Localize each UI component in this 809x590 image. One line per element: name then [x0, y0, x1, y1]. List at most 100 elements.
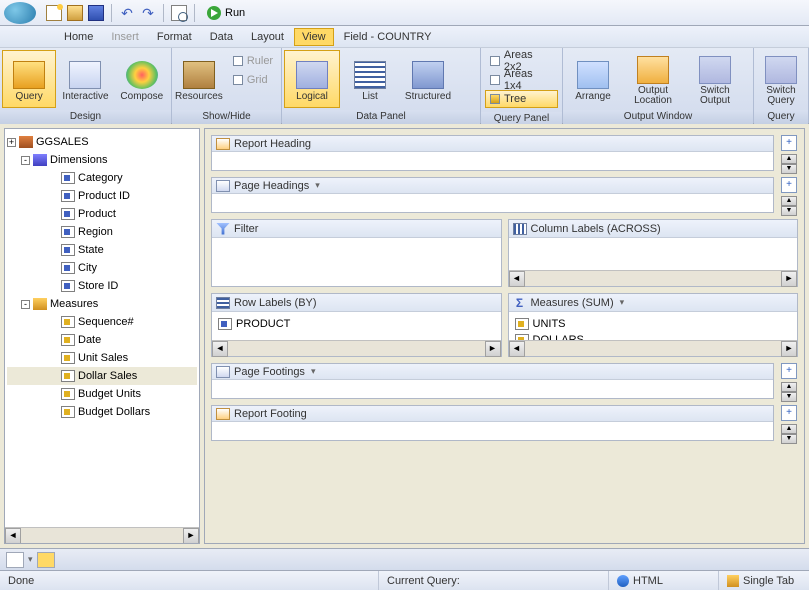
measure-field-icon — [61, 352, 75, 364]
page-headings-panel[interactable]: Page Headings▾ — [211, 177, 774, 213]
field-icon — [61, 208, 75, 220]
chevron-down-icon[interactable]: ▾ — [620, 297, 625, 308]
tree-dimension-item[interactable]: Product — [7, 205, 197, 223]
tree-dimension-item[interactable]: Product ID — [7, 187, 197, 205]
measure-field-icon — [515, 334, 529, 340]
html-icon — [617, 575, 629, 587]
grid-toggle[interactable]: Grid — [228, 71, 278, 89]
ribbon-label-outputwindow: Output Window — [563, 110, 753, 124]
column-labels-scrollbar[interactable]: ◄► — [509, 270, 798, 286]
menu-home[interactable]: Home — [56, 28, 101, 46]
add-report-heading[interactable]: + — [781, 135, 797, 151]
save-button[interactable] — [87, 4, 105, 22]
add-page-heading[interactable]: + — [781, 177, 797, 193]
logical-button[interactable]: Logical — [284, 50, 340, 108]
query-icon — [13, 61, 45, 89]
tree-measure-item[interactable]: Budget Units — [7, 385, 197, 403]
menu-data[interactable]: Data — [202, 28, 241, 46]
chevron-down-icon[interactable]: ▾ — [28, 554, 33, 565]
tree-dimension-item[interactable]: Store ID — [7, 277, 197, 295]
tree-measure-item[interactable]: Unit Sales — [7, 349, 197, 367]
ribbon-label-query: Query — [754, 110, 808, 124]
ribbon-group-showhide: Resources Ruler Grid Show/Hide — [172, 48, 282, 123]
preview-button[interactable] — [170, 4, 188, 22]
tab-design[interactable] — [6, 552, 24, 568]
switch-output-button[interactable]: Switch Output — [685, 50, 745, 108]
measures-panel[interactable]: ΣMeasures (SUM)▾ UNITS DOLLARS ◄► — [508, 293, 799, 357]
list-icon — [354, 61, 386, 89]
page-footings-panel[interactable]: Page Footings▾ — [211, 363, 774, 399]
redo-button[interactable]: ↷ — [139, 4, 157, 22]
measure-field-icon — [61, 316, 75, 328]
ribbon-group-outputwindow: Arrange Output Location Switch Output Ou… — [563, 48, 754, 123]
tree-measure-item[interactable]: Sequence# — [7, 313, 197, 331]
menu-view[interactable]: View — [294, 28, 334, 46]
tree-measures[interactable]: -Measures — [7, 295, 197, 313]
run-button[interactable]: Run — [201, 4, 251, 22]
status-done: Done — [0, 571, 379, 590]
measure-field-units[interactable]: UNITS — [515, 316, 792, 332]
dimensions-icon — [33, 154, 47, 166]
tree-measure-item[interactable]: Dollar Sales — [7, 367, 197, 385]
report-footing-panel[interactable]: Report Footing — [211, 405, 774, 441]
switch-query-button[interactable]: Switch Query — [756, 50, 806, 108]
output-location-button[interactable]: Output Location — [623, 50, 683, 108]
measure-field-icon — [515, 318, 529, 330]
spin-up[interactable]: ▲ — [781, 154, 797, 164]
new-button[interactable] — [45, 4, 63, 22]
measure-field-icon — [61, 406, 75, 418]
compose-button[interactable]: Compose — [115, 50, 169, 108]
measure-field-dollars[interactable]: DOLLARS — [515, 332, 792, 340]
add-report-footing[interactable]: + — [781, 405, 797, 421]
tree-dimension-item[interactable]: State — [7, 241, 197, 259]
row-labels-panel[interactable]: Row Labels (BY) PRODUCT ◄► — [211, 293, 502, 357]
tree-measure-item[interactable]: Date — [7, 331, 197, 349]
menu-layout[interactable]: Layout — [243, 28, 292, 46]
areas1x4-toggle[interactable]: Areas 1x4 — [485, 71, 558, 89]
row-field-product[interactable]: PRODUCT — [218, 316, 495, 332]
report-footing-icon — [216, 408, 230, 420]
report-heading-panel[interactable]: Report Heading — [211, 135, 774, 171]
switch-output-icon — [699, 56, 731, 84]
ruler-toggle[interactable]: Ruler — [228, 52, 278, 70]
arrange-button[interactable]: Arrange — [565, 50, 621, 108]
structured-button[interactable]: Structured — [400, 50, 456, 108]
menu-format[interactable]: Format — [149, 28, 200, 46]
tree-dimension-item[interactable]: City — [7, 259, 197, 277]
resources-button[interactable]: Resources — [174, 50, 224, 108]
query-design-area: Report Heading +▲▼ Page Headings▾ +▲▼ Fi… — [204, 128, 805, 544]
chevron-down-icon[interactable]: ▾ — [311, 366, 316, 377]
tree-dimension-item[interactable]: Category — [7, 169, 197, 187]
tree-measure-item[interactable]: Budget Dollars — [7, 403, 197, 421]
page-headings-icon — [216, 180, 230, 192]
chevron-down-icon[interactable]: ▾ — [315, 180, 320, 191]
list-button[interactable]: List — [342, 50, 398, 108]
add-page-footing[interactable]: + — [781, 363, 797, 379]
tree-dimensions[interactable]: -Dimensions — [7, 151, 197, 169]
row-labels-scrollbar[interactable]: ◄► — [212, 340, 501, 356]
open-button[interactable] — [66, 4, 84, 22]
column-labels-panel[interactable]: Column Labels (ACROSS) ◄► — [508, 219, 799, 287]
query-button[interactable]: Query — [2, 50, 56, 108]
tab-active[interactable] — [37, 552, 55, 568]
output-location-icon — [637, 56, 669, 84]
tree-dimension-item[interactable]: Region — [7, 223, 197, 241]
switch-query-icon — [765, 56, 797, 84]
tree-toggle[interactable]: Tree — [485, 90, 558, 108]
undo-button[interactable]: ↶ — [118, 4, 136, 22]
ribbon-label-datapanel: Data Panel — [282, 110, 480, 124]
ribbon-label-design: Design — [0, 110, 171, 124]
tree-root[interactable]: +GGSALES — [7, 133, 197, 151]
interactive-button[interactable]: Interactive — [58, 50, 112, 108]
row-labels-icon — [216, 297, 230, 309]
status-bar: Done Current Query: HTML Single Tab — [0, 570, 809, 590]
tree-scrollbar[interactable]: ◄► — [5, 527, 199, 543]
field-tree[interactable]: +GGSALES -Dimensions CategoryProduct IDP… — [5, 129, 199, 425]
measures-scrollbar[interactable]: ◄► — [509, 340, 798, 356]
field-icon — [61, 244, 75, 256]
menu-insert[interactable]: Insert — [103, 28, 147, 46]
filter-panel[interactable]: Filter — [211, 219, 502, 287]
measure-field-icon — [61, 370, 75, 382]
structured-icon — [412, 61, 444, 89]
spin-down[interactable]: ▼ — [781, 164, 797, 174]
